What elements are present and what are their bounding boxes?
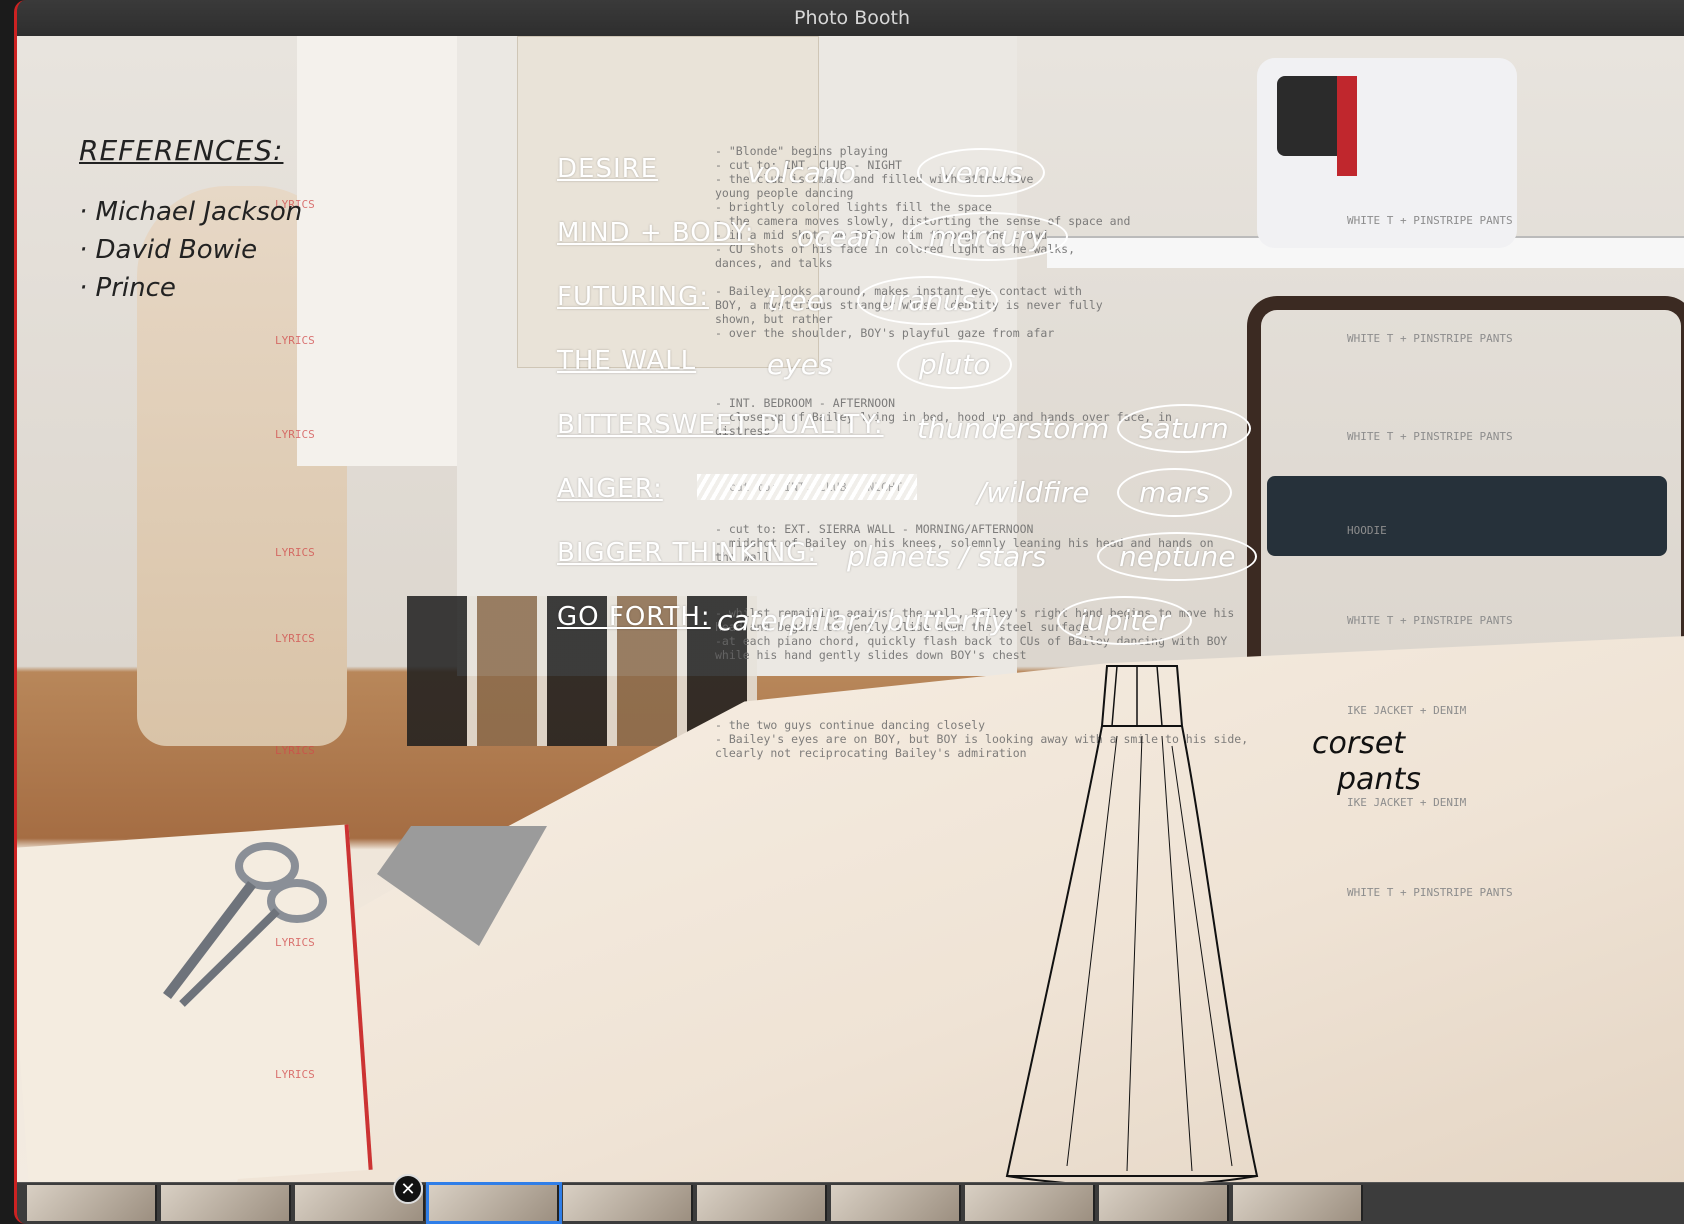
theme-chart-overlay: DESIRE volcano venus MIND + BODY: ocean mercu… (557, 148, 1258, 666)
filmstrip-thumbnail[interactable] (1233, 1185, 1363, 1221)
lyrics-marker: LYRICS (275, 632, 315, 645)
scissors-icon (163, 842, 327, 1007)
theme-row: DESIRE volcano venus (557, 148, 1257, 218)
filmstrip-thumbnail[interactable] (161, 1185, 291, 1221)
theme-planet: uranus (857, 276, 998, 325)
reference-item: · Michael Jackson (79, 197, 303, 227)
theme-element: planets / stars (847, 540, 1047, 573)
lyrics-marker: LYRICS (275, 1068, 315, 1081)
wardrobe-cue: WHITE T + PINSTRIPE PANTS (1347, 886, 1513, 899)
theme-row: MIND + BODY: ocean mercury (557, 212, 1257, 282)
wardrobe-cue: WHITE T + PINSTRIPE PANTS (1347, 214, 1513, 227)
theme-element: tree (767, 284, 824, 317)
scribble-mark (697, 474, 917, 500)
theme-planet: mars (1117, 468, 1232, 517)
wardrobe-cue: WHITE T + PINSTRIPE PANTS (1347, 430, 1513, 443)
sketch-note-line: corset (1312, 726, 1406, 761)
theme-planet: jupiter (1057, 596, 1192, 645)
wardrobe-cue: WHITE T + PINSTRIPE PANTS (1347, 332, 1513, 345)
filmstrip-thumbnail[interactable] (831, 1185, 961, 1221)
theme-element: volcano (747, 156, 856, 189)
theme-element: thunderstorm (917, 412, 1110, 445)
filmstrip-thumbnail[interactable] (27, 1185, 157, 1221)
theme-row: BIGGER THINKING: planets / stars neptune (557, 532, 1258, 602)
window-title: Photo Booth (793, 7, 910, 29)
theme-element: eyes (767, 348, 833, 381)
title-bar[interactable]: Photo Booth (17, 0, 1684, 37)
theme-row: FUTURING: tree uranus (557, 276, 1257, 346)
lyrics-marker: LYRICS (275, 936, 315, 949)
theme-planet: neptune (1097, 532, 1258, 581)
theme-category: BITTERSWEET DUALITY: (557, 410, 884, 440)
theme-planet: saturn (1117, 404, 1251, 453)
filmstrip-thumbnail[interactable] (1099, 1185, 1229, 1221)
theme-planet: venus (917, 148, 1045, 197)
theme-category: DESIRE (557, 154, 659, 184)
theme-planet: mercury (907, 212, 1069, 261)
photo-filmstrip[interactable] (17, 1182, 1684, 1224)
theme-category: FUTURING: (557, 282, 709, 312)
theme-planet: pluto (897, 340, 1013, 389)
lyrics-marker: LYRICS (275, 428, 315, 441)
references-note: REFERENCES: · Michael Jackson · David Bo… (79, 134, 302, 303)
filmstrip-thumbnail[interactable] (563, 1185, 693, 1221)
theme-row: THE WALL eyes pluto (557, 340, 1257, 410)
wardrobe-cue: HOODIE (1347, 524, 1387, 537)
theme-element: caterpillar / butterfly (717, 604, 1008, 637)
reference-item: · David Bowie (79, 235, 258, 265)
references-title: REFERENCES: (79, 134, 284, 167)
theme-category: THE WALL (557, 346, 697, 376)
wardrobe-cue: IKE JACKET + DENIM (1347, 704, 1467, 717)
hanging-towel (297, 36, 457, 466)
reference-item: · Prince (79, 273, 176, 303)
theme-category: GO FORTH: (557, 602, 711, 632)
photo-booth-window: Photo Booth - "Blonde" begins playing - c… (14, 0, 1684, 1224)
theme-row: ANGER: /wildfire mars (557, 468, 1257, 538)
camera-preview: - "Blonde" begins playing - cut to: INT. … (17, 36, 1684, 1182)
lyrics-marker: LYRICS (275, 744, 315, 757)
theme-category: MIND + BODY: (557, 218, 755, 248)
theme-category: ANGER: (557, 474, 663, 504)
chair-seat (1267, 476, 1667, 556)
filmstrip-thumbnail[interactable] (697, 1185, 827, 1221)
theme-row: BITTERSWEET DUALITY: thunderstorm saturn (557, 404, 1257, 474)
delete-photo-button[interactable]: ✕ (393, 1174, 423, 1204)
sketch-note-line: pants (1337, 762, 1421, 797)
theme-category: BIGGER THINKING: (557, 538, 818, 568)
theme-element: /wildfire (977, 476, 1090, 509)
theme-element: ocean (797, 220, 882, 253)
gown-sketch (1005, 665, 1259, 1182)
lyrics-marker: LYRICS (275, 334, 315, 347)
sewing-machine-accent (1337, 76, 1357, 176)
sketch-annotation: corset pants (1312, 726, 1421, 798)
wardrobe-cue: WHITE T + PINSTRIPE PANTS (1347, 614, 1513, 627)
filmstrip-thumbnail[interactable] (426, 1182, 562, 1224)
filmstrip-thumbnail[interactable] (965, 1185, 1095, 1221)
lyrics-marker: LYRICS (275, 546, 315, 559)
